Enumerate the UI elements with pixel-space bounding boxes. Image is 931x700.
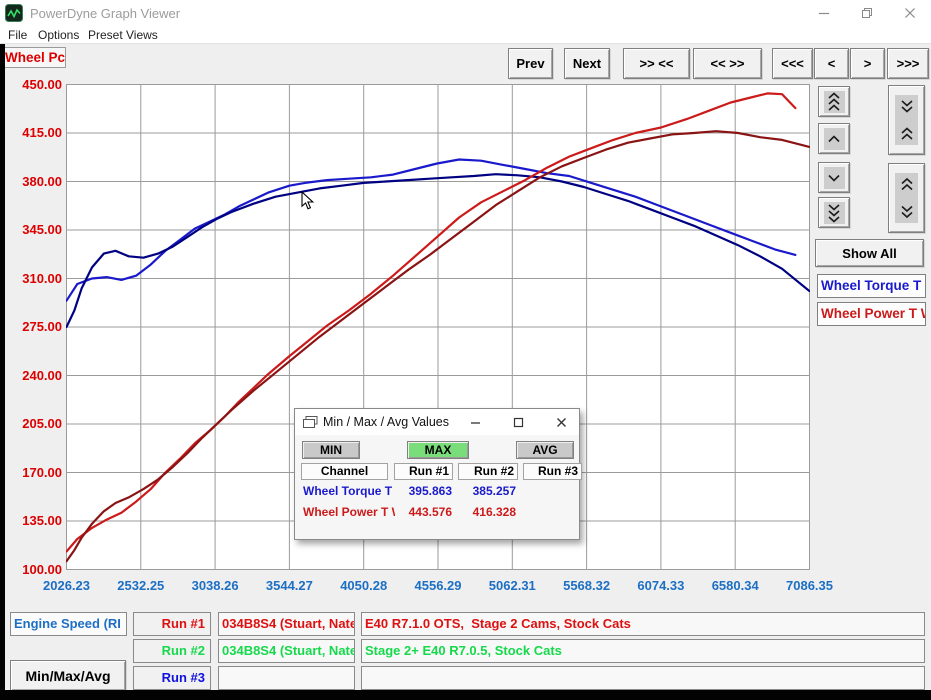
dialog-minimize-button[interactable] bbox=[467, 414, 483, 430]
menu-file[interactable]: File bbox=[8, 28, 27, 42]
dialog-icon bbox=[302, 415, 318, 429]
run3-file-field[interactable] bbox=[218, 666, 355, 690]
dialog-close-icon bbox=[556, 417, 567, 428]
mouse-cursor-icon bbox=[301, 191, 315, 211]
dialog-minimize-icon bbox=[470, 417, 481, 428]
x-tick-label: 3038.26 bbox=[180, 578, 250, 594]
dialog-title: Min / Max / Avg Values bbox=[323, 415, 449, 429]
y-tick-label: 240.00 bbox=[0, 368, 62, 384]
y-tick-label: 275.00 bbox=[0, 319, 62, 335]
x-tick-label: 6580.34 bbox=[700, 578, 770, 594]
y-axis-channel-label: Wheel Pc bbox=[2, 47, 66, 68]
avg-stat-button[interactable]: AVG bbox=[516, 441, 574, 459]
collapse-y-range-button[interactable] bbox=[888, 85, 925, 155]
table-row-channel-power: Wheel Power T W bbox=[303, 505, 395, 519]
run1-description-field[interactable]: E40 R7.1.0 OTS, Stage 2 Cams, Stock Cats bbox=[361, 612, 925, 636]
y-tick-label: 205.00 bbox=[0, 416, 62, 432]
title-bar: PowerDyne Graph Viewer bbox=[0, 0, 931, 26]
run3-description-field[interactable] bbox=[361, 666, 925, 690]
column-header-run2: Run #2 bbox=[458, 463, 518, 480]
close-icon bbox=[904, 7, 916, 19]
minimize-button[interactable] bbox=[815, 4, 833, 22]
pan-far-left-button[interactable]: <<< bbox=[772, 48, 813, 79]
prev-button[interactable]: Prev bbox=[508, 48, 553, 79]
legend-wheel-torque[interactable]: Wheel Torque T bbox=[817, 274, 926, 298]
menu-bar: File Options Preset Views bbox=[0, 26, 931, 44]
y-tick-label: 450.00 bbox=[0, 77, 62, 93]
minmaxavg-dialog: Min / Max / Avg Values MIN MAX AVG Chann… bbox=[294, 408, 580, 540]
show-all-button[interactable]: Show All bbox=[815, 239, 924, 267]
chevrons-inward-icon bbox=[895, 95, 918, 145]
y-tick-label: 415.00 bbox=[0, 125, 62, 141]
x-tick-label: 5568.32 bbox=[552, 578, 622, 594]
run3-label[interactable]: Run #3 bbox=[133, 666, 211, 690]
chevrons-outward-icon bbox=[895, 173, 918, 223]
x-tick-label: 5062.31 bbox=[477, 578, 547, 594]
x-tick-label: 2026.23 bbox=[32, 578, 102, 594]
minimize-icon bbox=[818, 7, 830, 19]
expand-y-range-button[interactable] bbox=[888, 163, 925, 233]
scale-up-fast-button[interactable] bbox=[818, 86, 850, 117]
pan-far-right-button[interactable]: >>> bbox=[887, 48, 929, 79]
column-header-channel: Channel bbox=[301, 463, 388, 480]
torque-run2-max-value: 385.257 bbox=[458, 484, 516, 498]
x-tick-label: 3544.27 bbox=[254, 578, 324, 594]
restore-icon bbox=[861, 7, 873, 19]
chevron-down-icon bbox=[824, 167, 845, 189]
torque-run1-max-value: 395.863 bbox=[394, 484, 452, 498]
table-row-channel-torque: Wheel Torque T W bbox=[303, 484, 395, 498]
minmaxavg-button[interactable]: Min/Max/Avg bbox=[10, 660, 126, 691]
dialog-maximize-icon bbox=[513, 417, 524, 428]
legend-wheel-power[interactable]: Wheel Power T W bbox=[817, 302, 926, 326]
chevron-up-icon bbox=[824, 128, 845, 150]
y-tick-label: 100.00 bbox=[0, 562, 62, 578]
dialog-title-bar[interactable]: Min / Max / Avg Values bbox=[295, 409, 579, 435]
y-tick-label: 135.00 bbox=[0, 513, 62, 529]
column-header-run3: Run #3 bbox=[523, 463, 582, 480]
app-icon bbox=[5, 4, 23, 22]
column-header-run1: Run #1 bbox=[394, 463, 453, 480]
run2-label[interactable]: Run #2 bbox=[133, 639, 211, 663]
x-tick-label: 4556.29 bbox=[403, 578, 473, 594]
chevron-triple-up-icon bbox=[824, 91, 845, 113]
chevron-triple-down-icon bbox=[824, 202, 845, 224]
x-axis-channel-label[interactable]: Engine Speed (RI bbox=[10, 612, 127, 636]
window-title: PowerDyne Graph Viewer bbox=[30, 6, 180, 21]
y-tick-label: 170.00 bbox=[0, 465, 62, 481]
menu-options[interactable]: Options bbox=[38, 28, 79, 42]
run1-label[interactable]: Run #1 bbox=[133, 612, 211, 636]
min-stat-button[interactable]: MIN bbox=[302, 441, 360, 459]
dialog-maximize-button[interactable] bbox=[510, 414, 526, 430]
restore-button[interactable] bbox=[858, 4, 876, 22]
scale-up-button[interactable] bbox=[818, 123, 850, 154]
scale-down-fast-button[interactable] bbox=[818, 197, 850, 228]
power-run1-max-value: 443.576 bbox=[394, 505, 452, 519]
pan-left-button[interactable]: < bbox=[814, 48, 849, 79]
power-run2-max-value: 416.328 bbox=[458, 505, 516, 519]
run1-file-field[interactable]: 034B8S4 (Stuart, Nate bbox=[218, 612, 355, 636]
dialog-close-button[interactable] bbox=[553, 414, 569, 430]
run2-description-field[interactable]: Stage 2+ E40 R7.0.5, Stock Cats bbox=[361, 639, 925, 663]
y-tick-label: 310.00 bbox=[0, 271, 62, 287]
scale-down-button[interactable] bbox=[818, 162, 850, 193]
run2-file-field[interactable]: 034B8S4 (Stuart, Nate bbox=[218, 639, 355, 663]
bottom-black-border bbox=[0, 690, 931, 700]
max-stat-button[interactable]: MAX bbox=[407, 441, 469, 459]
pan-right-button[interactable]: > bbox=[850, 48, 885, 79]
y-tick-label: 345.00 bbox=[0, 222, 62, 238]
menu-preset-views[interactable]: Preset Views bbox=[88, 28, 158, 42]
x-tick-label: 6074.33 bbox=[626, 578, 696, 594]
x-tick-label: 4050.28 bbox=[329, 578, 399, 594]
next-button[interactable]: Next bbox=[564, 48, 610, 79]
x-tick-label: 2532.25 bbox=[106, 578, 176, 594]
zoom-in-x-button[interactable]: >> << bbox=[623, 48, 690, 79]
zoom-out-x-button[interactable]: << >> bbox=[693, 48, 762, 79]
y-tick-label: 380.00 bbox=[0, 174, 62, 190]
x-tick-label: 7086.35 bbox=[775, 578, 845, 594]
left-black-border bbox=[0, 44, 5, 700]
close-button[interactable] bbox=[901, 4, 919, 22]
